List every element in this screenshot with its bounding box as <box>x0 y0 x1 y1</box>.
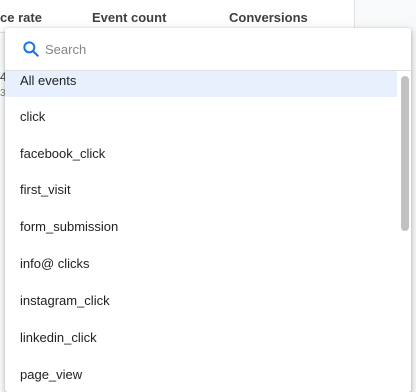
search-icon <box>21 39 41 59</box>
list-item-all-events[interactable]: All events <box>5 71 397 97</box>
list-item-first-visit[interactable]: first_visit <box>5 174 397 206</box>
list-item-click[interactable]: click <box>5 101 397 133</box>
list-item-info-clicks[interactable]: info@ clicks <box>5 248 397 280</box>
list-item-linkedin-click[interactable]: linkedin_click <box>5 322 397 354</box>
column-header-conversion-rate[interactable]: ce rate <box>0 10 42 25</box>
search-input[interactable] <box>45 38 385 60</box>
list-item-form-submission[interactable]: form_submission <box>5 211 397 243</box>
event-name-dropdown: All events click facebook_click first_vi… <box>5 28 411 392</box>
dropdown-search-row <box>5 28 411 71</box>
event-list: All events click facebook_click first_vi… <box>5 71 411 392</box>
dropdown-scrollbar[interactable] <box>399 71 411 392</box>
column-header-conversions[interactable]: Conversions <box>229 10 308 25</box>
list-item-instagram-click[interactable]: instagram_click <box>5 285 397 317</box>
list-item-facebook-click[interactable]: facebook_click <box>5 138 397 170</box>
column-header-event-count[interactable]: Event count <box>92 10 166 25</box>
list-item-page-view[interactable]: page_view <box>5 359 397 391</box>
scrollbar-thumb[interactable] <box>401 76 409 231</box>
